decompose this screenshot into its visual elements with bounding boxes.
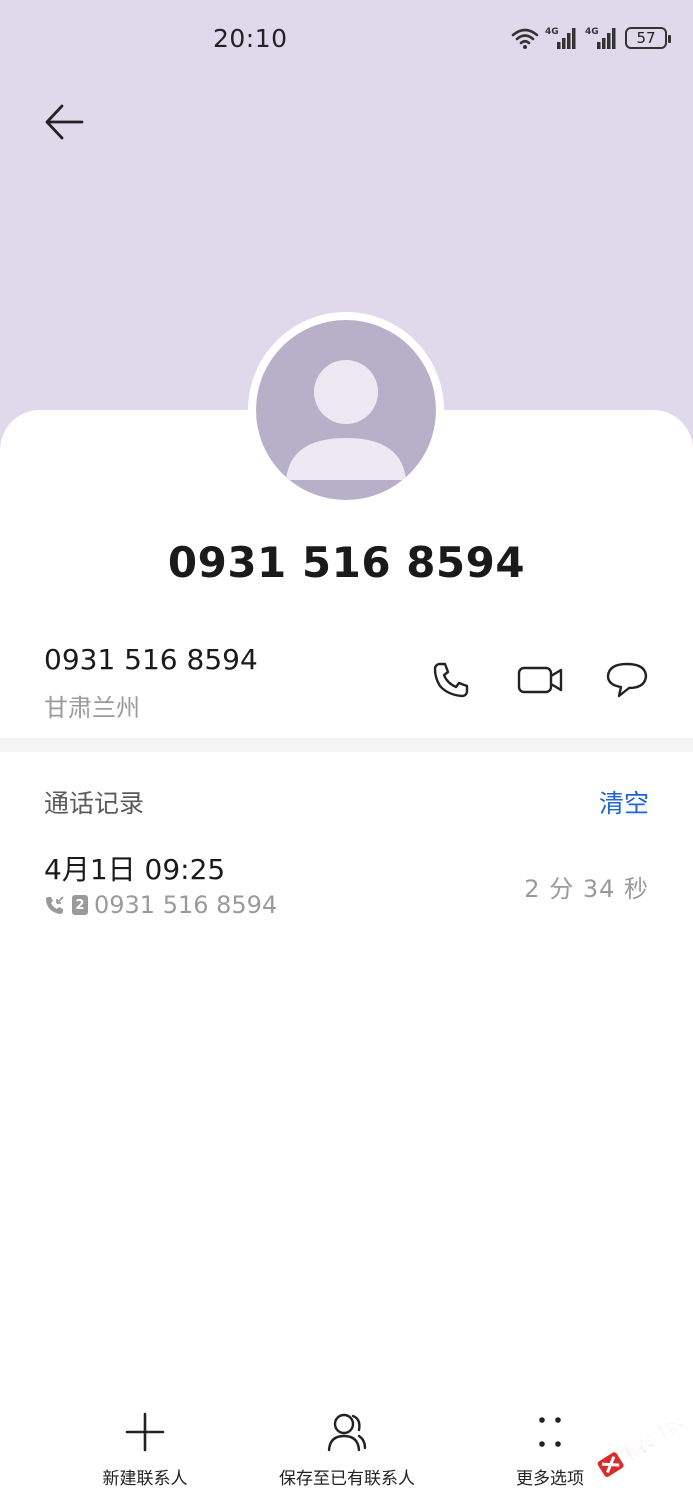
- new-contact-button[interactable]: 新建联系人: [100, 1410, 190, 1490]
- call-log-header: 通话记录: [44, 789, 145, 818]
- signal-icon: 4G: [585, 27, 616, 49]
- person-silhouette-icon: [286, 360, 406, 480]
- contact-title: 0931 516 8594: [167, 538, 526, 587]
- message-icon: [606, 662, 648, 698]
- call-log-date[interactable]: 4月1日 09:25: [44, 848, 225, 888]
- battery-icon: 57: [625, 27, 671, 49]
- clear-button[interactable]: 清空: [599, 784, 649, 820]
- more-options-button[interactable]: 更多选项: [510, 1410, 590, 1490]
- more-dots-icon: [539, 1417, 561, 1447]
- battery-level: 57: [636, 29, 656, 47]
- wifi-icon: [511, 28, 539, 49]
- phone-location: 甘肃兰州: [44, 694, 140, 722]
- message-button[interactable]: [605, 658, 649, 702]
- status-time: 20:10: [213, 24, 288, 53]
- section-divider: [0, 738, 693, 752]
- watermark-text: 卡农社区: [616, 1412, 688, 1468]
- video-call-icon: [517, 666, 563, 694]
- call-log-detail: 2 0931 516 8594: [44, 891, 277, 919]
- call-log-duration: 2 分 34 秒: [524, 875, 649, 903]
- video-call-button[interactable]: [517, 658, 563, 702]
- phone-number[interactable]: 0931 516 8594: [44, 643, 258, 676]
- call-button[interactable]: [430, 658, 474, 702]
- status-bar: 20:10 4G 4G 57: [0, 0, 693, 78]
- network-label-1: 4G: [545, 27, 559, 37]
- watermark-logo: 卡农社区: [596, 1411, 689, 1478]
- phone-icon: [433, 662, 469, 698]
- save-to-existing-label: 保存至已有联系人: [279, 1469, 415, 1489]
- status-icons: 4G 4G 57: [511, 24, 671, 52]
- incoming-call-icon: [46, 896, 64, 914]
- arrow-left-icon: [45, 104, 84, 140]
- new-contact-label: 新建联系人: [102, 1469, 188, 1489]
- call-log-number: 0931 516 8594: [94, 891, 278, 919]
- signal-icon: 4G: [545, 27, 576, 49]
- network-label-2: 4G: [585, 27, 599, 37]
- avatar: [256, 320, 436, 500]
- sim-badge: 2: [72, 895, 88, 915]
- save-to-existing-button[interactable]: 保存至已有联系人: [272, 1410, 422, 1490]
- more-options-label: 更多选项: [516, 1469, 584, 1489]
- plus-icon: [125, 1412, 165, 1452]
- person-icon: [327, 1413, 367, 1452]
- back-button[interactable]: [40, 98, 90, 148]
